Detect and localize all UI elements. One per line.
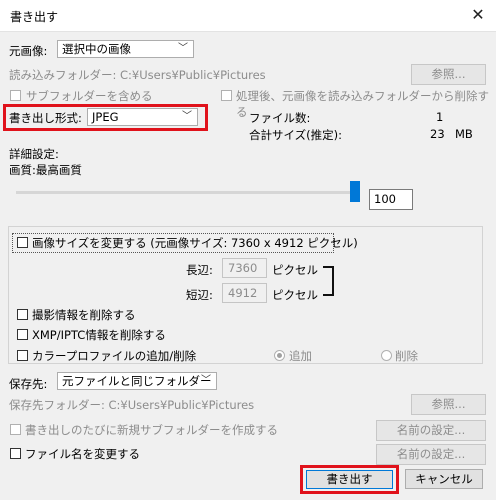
format-select-value: JPEG [92, 110, 119, 124]
delete-after-checkbox[interactable] [221, 90, 232, 101]
total-size-value: 23 [430, 127, 445, 141]
rename-label: ファイル名を変更する [25, 447, 140, 461]
profile-add-label: 追加 [289, 349, 312, 363]
total-size-label: 合計サイズ(推定): [249, 128, 343, 142]
save-to-label: 保存先: [9, 377, 48, 391]
subfolder-naming-button[interactable]: 名前の設定... [376, 420, 486, 441]
file-count-label: ファイル数: [249, 111, 311, 125]
quality-value-input[interactable]: 100 [369, 189, 413, 210]
new-subfolder-label: 書き出しのたびに新規サブフォルダーを作成する [25, 423, 278, 437]
quality-label: 画質:最高画質 [9, 163, 82, 177]
format-label: 書き出し形式: [9, 111, 82, 125]
save-folder-browse-button[interactable]: 参照... [411, 394, 486, 415]
subfolder-checkbox-label: サブフォルダーを含める [26, 89, 153, 103]
close-icon[interactable]: ✕ [468, 5, 488, 25]
new-subfolder-checkbox[interactable] [10, 424, 21, 435]
source-select[interactable]: 選択中の画像 ﹀ [57, 40, 194, 58]
short-side-unit: ピクセル [272, 288, 318, 302]
read-folder-path: 読み込みフォルダー: C:¥Users¥Public¥Pictures [9, 68, 266, 82]
total-size-unit: MB [455, 127, 473, 141]
long-side-label: 長辺: [186, 263, 213, 277]
source-label: 元画像: [9, 44, 48, 58]
rename-naming-button[interactable]: 名前の設定... [376, 444, 486, 465]
window-title: 書き出す [10, 10, 59, 24]
export-button[interactable]: 書き出す [306, 470, 393, 489]
source-select-value: 選択中の画像 [62, 42, 131, 56]
short-side-input[interactable]: 4912 [222, 283, 267, 303]
remove-xmp-label: XMP/IPTC情報を削除する [32, 328, 166, 342]
profile-checkbox[interactable] [17, 350, 28, 361]
cancel-button[interactable]: キャンセル [405, 469, 483, 489]
short-side-label: 短辺: [186, 288, 213, 302]
profile-label: カラープロファイルの追加/削除 [32, 349, 197, 363]
profile-remove-label: 削除 [395, 349, 418, 363]
profile-remove-radio[interactable] [381, 350, 392, 361]
resize-checkbox-label: 画像サイズを変更する (元画像サイズ: 7360 x 4912 ピクセル) [32, 236, 358, 250]
aspect-link-icon[interactable] [323, 266, 334, 296]
quality-slider-thumb[interactable] [350, 181, 360, 202]
chevron-down-icon: ﹀ [182, 111, 192, 122]
profile-add-radio[interactable] [274, 350, 285, 361]
quality-slider-track[interactable] [16, 191, 356, 194]
remove-exif-checkbox[interactable] [17, 309, 28, 320]
remove-xmp-checkbox[interactable] [17, 329, 28, 340]
read-folder-browse-button[interactable]: 参照... [411, 64, 486, 85]
long-side-input[interactable]: 7360 [222, 258, 267, 278]
format-select[interactable]: JPEG ﹀ [87, 108, 198, 126]
title-bar [0, 0, 496, 32]
subfolder-checkbox[interactable] [10, 90, 21, 101]
remove-exif-label: 撮影情報を削除する [32, 308, 136, 322]
long-side-unit: ピクセル [272, 263, 318, 277]
detail-label: 詳細設定: [9, 147, 59, 161]
save-to-select[interactable]: 元ファイルと同じフォルダー ﹀ [57, 372, 217, 390]
save-to-select-value: 元ファイルと同じフォルダー [62, 374, 212, 388]
file-count-value: 1 [436, 110, 444, 124]
save-folder-path: 保存先フォルダー: C:¥Users¥Public¥Pictures [9, 398, 255, 412]
resize-checkbox[interactable] [17, 237, 28, 248]
chevron-down-icon: ﹀ [201, 375, 211, 386]
rename-checkbox[interactable] [10, 448, 21, 459]
chevron-down-icon: ﹀ [178, 43, 188, 54]
